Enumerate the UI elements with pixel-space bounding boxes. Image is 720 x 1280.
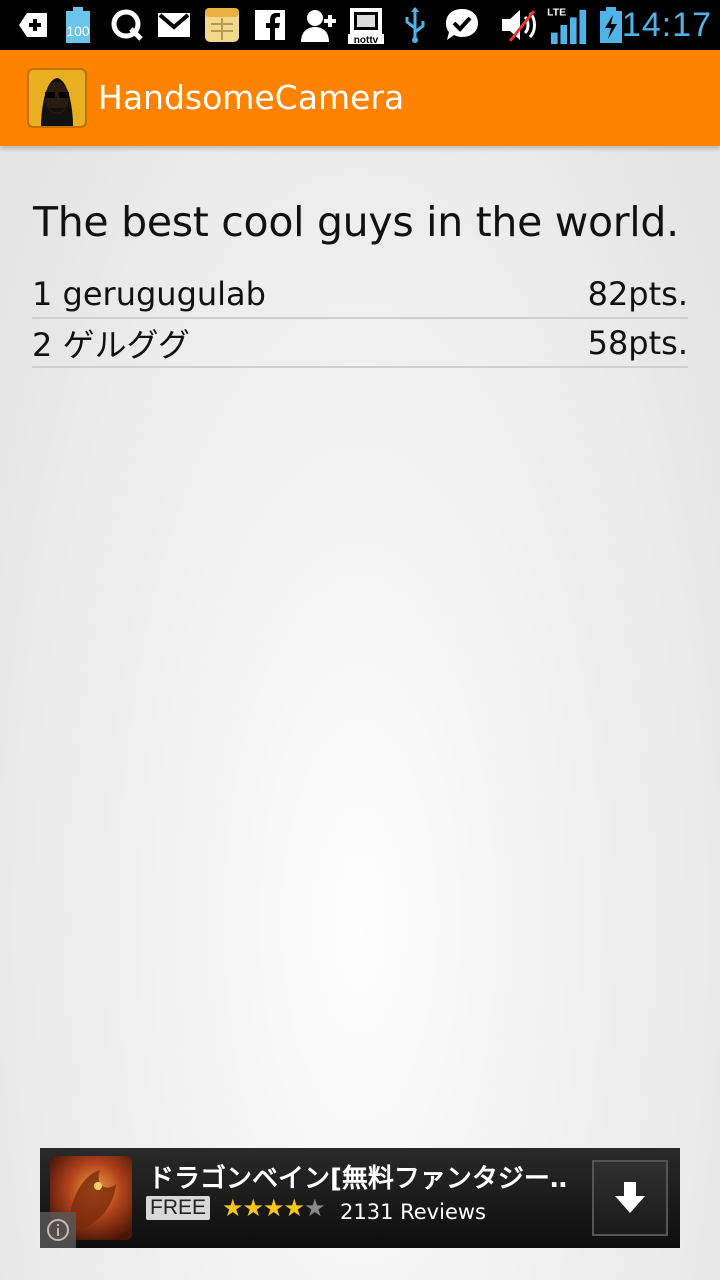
ad-title[interactable]: ドラゴンベイン[無料ファンタジー… bbox=[148, 1158, 568, 1195]
status-bar: 100 nottv LTE 14:17 bbox=[0, 0, 720, 50]
rank-points: 82pts. bbox=[587, 274, 688, 313]
star-icon: ★ bbox=[283, 1194, 305, 1222]
rank-number: 1 bbox=[32, 274, 53, 313]
q-icon bbox=[108, 6, 146, 44]
download-arrow-icon bbox=[615, 1182, 645, 1213]
signal-icon: LTE bbox=[546, 6, 592, 44]
ranking-row: 1 gerugugulab 82pts. bbox=[32, 270, 688, 319]
mute-icon bbox=[500, 6, 542, 44]
add-contact-icon bbox=[300, 6, 338, 44]
ad-download-button[interactable] bbox=[592, 1160, 668, 1236]
page-heading: The best cool guys in the world. bbox=[33, 198, 679, 246]
ad-info-icon[interactable] bbox=[40, 1212, 76, 1248]
action-bar: HandsomeCamera bbox=[0, 50, 720, 146]
star-icon: ★ bbox=[242, 1194, 264, 1222]
ranking-list: 1 gerugugulab 82pts. 2 ゲルググ 58pts. bbox=[32, 270, 688, 368]
gmail-icon bbox=[156, 6, 192, 44]
rank-name: gerugugulab bbox=[62, 274, 266, 313]
ranking-row: 2 ゲルググ 58pts. bbox=[32, 319, 688, 368]
ranking-entry: 2 ゲルググ bbox=[32, 320, 190, 366]
facebook-icon bbox=[253, 6, 287, 44]
rank-name: ゲルググ bbox=[62, 325, 190, 364]
star-empty-icon: ★ bbox=[304, 1194, 325, 1222]
status-clock: 14:17 bbox=[621, 6, 712, 44]
svg-text:LTE: LTE bbox=[547, 8, 566, 19]
star-icon: ★ bbox=[263, 1194, 284, 1222]
ad-reviews: 2131 Reviews bbox=[340, 1200, 486, 1224]
rank-number: 2 bbox=[32, 325, 53, 364]
ad-free-badge: FREE bbox=[146, 1196, 211, 1220]
svg-text:nottv: nottv bbox=[354, 35, 379, 44]
usb-icon bbox=[400, 6, 430, 44]
ranking-entry: 1 gerugugulab bbox=[32, 275, 266, 313]
app-title: HandsomeCamera bbox=[98, 78, 405, 117]
app-logo-icon[interactable] bbox=[27, 68, 87, 128]
nottv-icon: nottv bbox=[348, 6, 384, 44]
notes-icon bbox=[203, 6, 241, 44]
battery-100-icon: 100 bbox=[62, 6, 94, 44]
ad-banner[interactable]: ドラゴンベイン[無料ファンタジー… FREE ★★★★★ 2131 Review… bbox=[40, 1148, 680, 1248]
rank-points: 58pts. bbox=[587, 323, 688, 362]
add-icon bbox=[12, 6, 50, 44]
ad-rating-stars: ★★★★★ bbox=[222, 1194, 326, 1222]
battery-charging-icon bbox=[598, 6, 624, 44]
check-bubble-icon bbox=[443, 6, 481, 44]
svg-text:100: 100 bbox=[66, 23, 90, 39]
star-icon: ★ bbox=[222, 1194, 243, 1222]
